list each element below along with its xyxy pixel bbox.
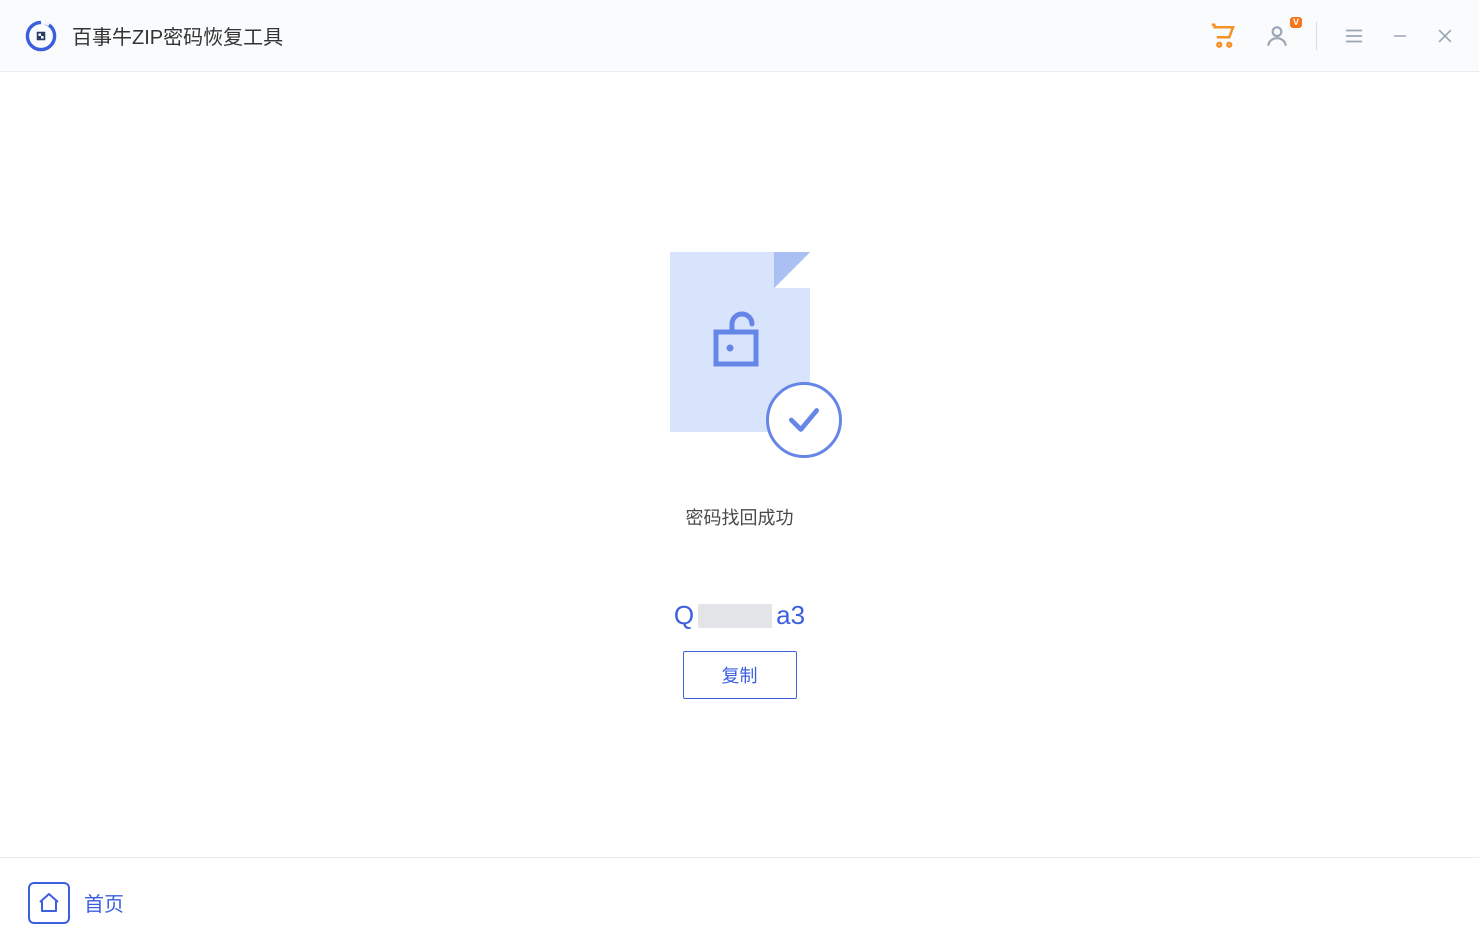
user-account-icon[interactable]: V — [1264, 23, 1290, 49]
main-content: 密码找回成功 Q a3 复制 — [0, 72, 1479, 857]
password-masked-portion — [698, 604, 772, 628]
minimize-icon[interactable] — [1391, 27, 1409, 45]
app-logo-icon — [24, 19, 58, 53]
header-left: 百事牛ZIP密码恢复工具 — [24, 19, 283, 53]
password-prefix: Q — [674, 600, 694, 631]
footer-bar: 首页 — [0, 857, 1479, 947]
recovered-password: Q a3 — [674, 600, 805, 631]
status-message: 密码找回成功 — [686, 504, 794, 530]
success-illustration — [650, 252, 830, 452]
unlock-icon — [712, 310, 772, 374]
close-icon[interactable] — [1435, 26, 1455, 46]
home-icon — [37, 891, 61, 915]
home-label[interactable]: 首页 — [84, 888, 124, 917]
divider — [1316, 22, 1317, 50]
header-right: V — [1208, 21, 1455, 51]
password-suffix: a3 — [776, 600, 805, 631]
checkmark-badge-icon — [766, 382, 842, 458]
app-title: 百事牛ZIP密码恢复工具 — [72, 21, 283, 50]
vip-badge: V — [1290, 17, 1302, 28]
home-button[interactable] — [28, 882, 70, 924]
hamburger-menu-icon[interactable] — [1343, 25, 1365, 47]
title-bar: 百事牛ZIP密码恢复工具 V — [0, 0, 1479, 72]
copy-button[interactable]: 复制 — [683, 651, 797, 699]
cart-icon[interactable] — [1208, 21, 1238, 51]
